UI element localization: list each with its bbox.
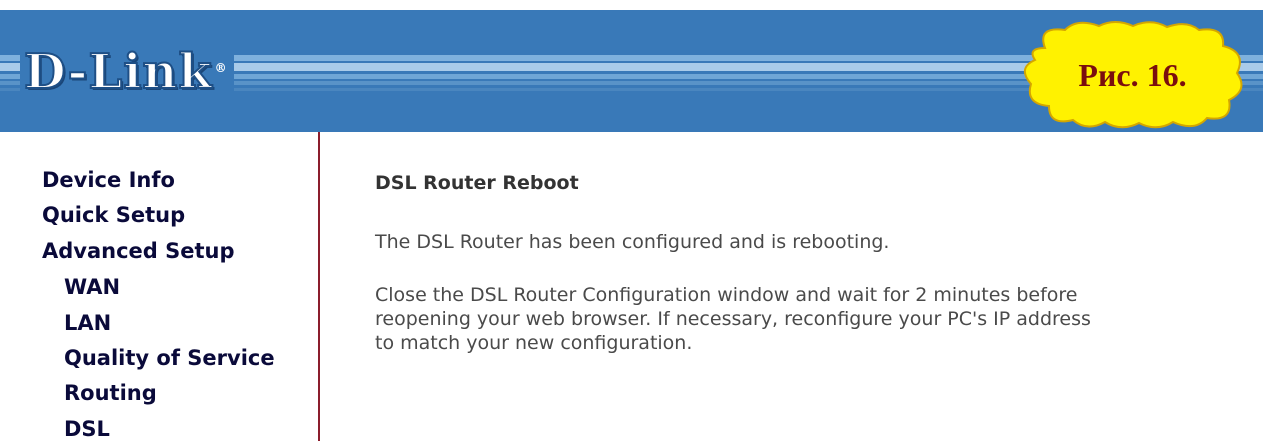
sidebar-item-quick-setup[interactable]: Quick Setup	[42, 203, 185, 227]
callout-label: Рис. 16.	[1078, 57, 1187, 93]
sidebar-item-advanced-setup[interactable]: Advanced Setup	[42, 239, 235, 263]
logo-text: D-Link	[23, 43, 213, 101]
sidebar-item-quality-of-service[interactable]: Quality of Service	[64, 346, 275, 370]
registered-mark: ®	[214, 61, 228, 75]
sidebar-item-dsl[interactable]: DSL	[64, 417, 110, 441]
instructions-line: reopening your web browser. If necessary…	[375, 308, 1091, 330]
figure-callout: Рис. 16.	[1015, 18, 1250, 132]
reboot-message: The DSL Router has been configured and i…	[375, 231, 890, 253]
page-title: DSL Router Reboot	[375, 172, 579, 194]
instructions-line: Close the DSL Router Configuration windo…	[375, 284, 1078, 306]
sidebar-item-device-info[interactable]: Device Info	[42, 168, 175, 192]
sidebar-nav: Device Info Quick Setup Advanced Setup W…	[0, 132, 320, 441]
reboot-instructions: Close the DSL Router Configuration windo…	[375, 283, 1091, 355]
sidebar-item-routing[interactable]: Routing	[64, 381, 157, 405]
sidebar-item-lan[interactable]: LAN	[64, 311, 111, 335]
sidebar-item-wan[interactable]: WAN	[64, 275, 120, 299]
router-page: D-Link ® Рис. 16. Device Info Quick Setup…	[0, 0, 1263, 441]
instructions-line: to match your new configuration.	[375, 332, 693, 354]
dlink-logo: D-Link ®	[20, 42, 234, 102]
